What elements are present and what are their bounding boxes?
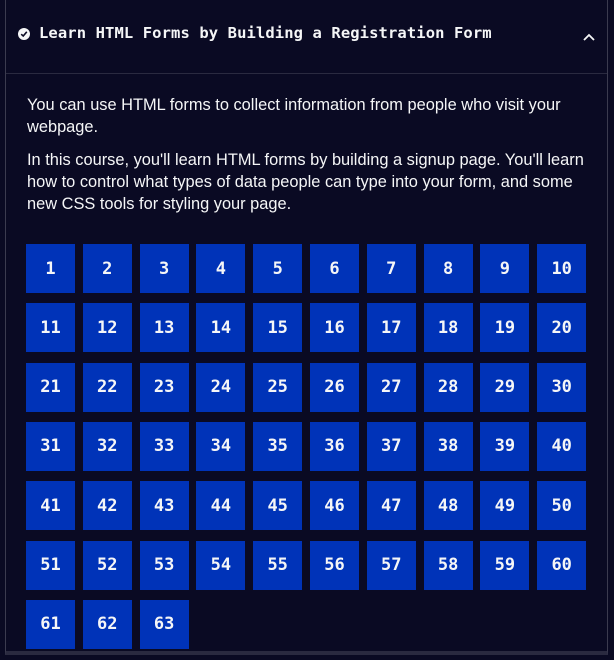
step-button-18[interactable]: 18 — [423, 303, 473, 353]
step-button-43[interactable]: 43 — [139, 481, 189, 531]
step-button-61[interactable]: 61 — [26, 599, 75, 649]
step-button-9[interactable]: 9 — [480, 244, 530, 293]
step-button-15[interactable]: 15 — [253, 303, 303, 353]
intro-paragraph: You can use HTML forms to collect inform… — [27, 96, 561, 136]
step-button-22[interactable]: 22 — [82, 362, 132, 412]
step-button-35[interactable]: 35 — [253, 421, 303, 471]
step-button-55[interactable]: 55 — [253, 540, 303, 590]
step-button-51[interactable]: 51 — [26, 540, 75, 590]
step-button-40[interactable]: 40 — [537, 421, 587, 471]
step-button-46[interactable]: 46 — [310, 481, 359, 531]
step-button-32[interactable]: 32 — [82, 421, 132, 471]
chevron-up-icon[interactable] — [582, 29, 596, 41]
step-button-13[interactable]: 13 — [139, 303, 189, 353]
step-button-11[interactable]: 11 — [26, 303, 75, 353]
step-button-25[interactable]: 25 — [253, 362, 303, 412]
step-button-48[interactable]: 48 — [423, 481, 473, 531]
step-button-41[interactable]: 41 — [26, 481, 75, 531]
step-button-10[interactable]: 10 — [537, 244, 587, 293]
check-circle-icon — [18, 28, 30, 40]
step-button-58[interactable]: 58 — [423, 540, 473, 590]
step-button-62[interactable]: 62 — [82, 599, 132, 649]
step-button-6[interactable]: 6 — [310, 244, 359, 293]
step-button-60[interactable]: 60 — [537, 540, 587, 590]
step-button-31[interactable]: 31 — [26, 421, 75, 471]
step-button-7[interactable]: 7 — [366, 244, 416, 293]
step-button-56[interactable]: 56 — [310, 540, 359, 590]
step-button-19[interactable]: 19 — [480, 303, 530, 353]
step-button-20[interactable]: 20 — [537, 303, 587, 353]
course-header-toggle[interactable]: Learn HTML Forms by Building a Registrat… — [6, 0, 607, 74]
step-button-53[interactable]: 53 — [139, 540, 189, 590]
course-title: Learn HTML Forms by Building a Registrat… — [39, 24, 492, 42]
step-button-59[interactable]: 59 — [480, 540, 530, 590]
step-button-5[interactable]: 5 — [253, 244, 303, 293]
step-button-28[interactable]: 28 — [423, 362, 473, 412]
step-button-47[interactable]: 47 — [366, 481, 416, 531]
step-button-44[interactable]: 44 — [196, 481, 246, 531]
step-button-52[interactable]: 52 — [82, 540, 132, 590]
intro-paragraph: In this course, you'll learn HTML forms … — [27, 151, 584, 213]
step-button-63[interactable]: 63 — [139, 599, 189, 649]
step-button-23[interactable]: 23 — [139, 362, 189, 412]
step-button-26[interactable]: 26 — [310, 362, 359, 412]
step-button-50[interactable]: 50 — [537, 481, 587, 531]
step-button-54[interactable]: 54 — [196, 540, 246, 590]
step-button-39[interactable]: 39 — [480, 421, 530, 471]
step-button-42[interactable]: 42 — [82, 481, 132, 531]
step-button-37[interactable]: 37 — [366, 421, 416, 471]
step-button-2[interactable]: 2 — [82, 244, 132, 293]
step-button-49[interactable]: 49 — [480, 481, 530, 531]
course-block: Learn HTML Forms by Building a Registrat… — [5, 0, 608, 655]
step-button-8[interactable]: 8 — [423, 244, 473, 293]
step-button-12[interactable]: 12 — [82, 303, 132, 353]
step-button-30[interactable]: 30 — [537, 362, 587, 412]
step-button-27[interactable]: 27 — [366, 362, 416, 412]
step-button-29[interactable]: 29 — [480, 362, 530, 412]
step-button-1[interactable]: 1 — [26, 244, 75, 293]
step-button-3[interactable]: 3 — [139, 244, 189, 293]
course-description: You can use HTML forms to collect inform… — [27, 94, 587, 226]
step-button-36[interactable]: 36 — [310, 421, 359, 471]
step-button-38[interactable]: 38 — [423, 421, 473, 471]
step-button-17[interactable]: 17 — [366, 303, 416, 353]
step-button-57[interactable]: 57 — [366, 540, 416, 590]
step-button-45[interactable]: 45 — [253, 481, 303, 531]
step-button-14[interactable]: 14 — [196, 303, 246, 353]
step-button-33[interactable]: 33 — [139, 421, 189, 471]
step-button-34[interactable]: 34 — [196, 421, 246, 471]
step-button-21[interactable]: 21 — [26, 362, 75, 412]
step-button-24[interactable]: 24 — [196, 362, 246, 412]
step-button-4[interactable]: 4 — [196, 244, 246, 293]
step-button-16[interactable]: 16 — [310, 303, 359, 353]
